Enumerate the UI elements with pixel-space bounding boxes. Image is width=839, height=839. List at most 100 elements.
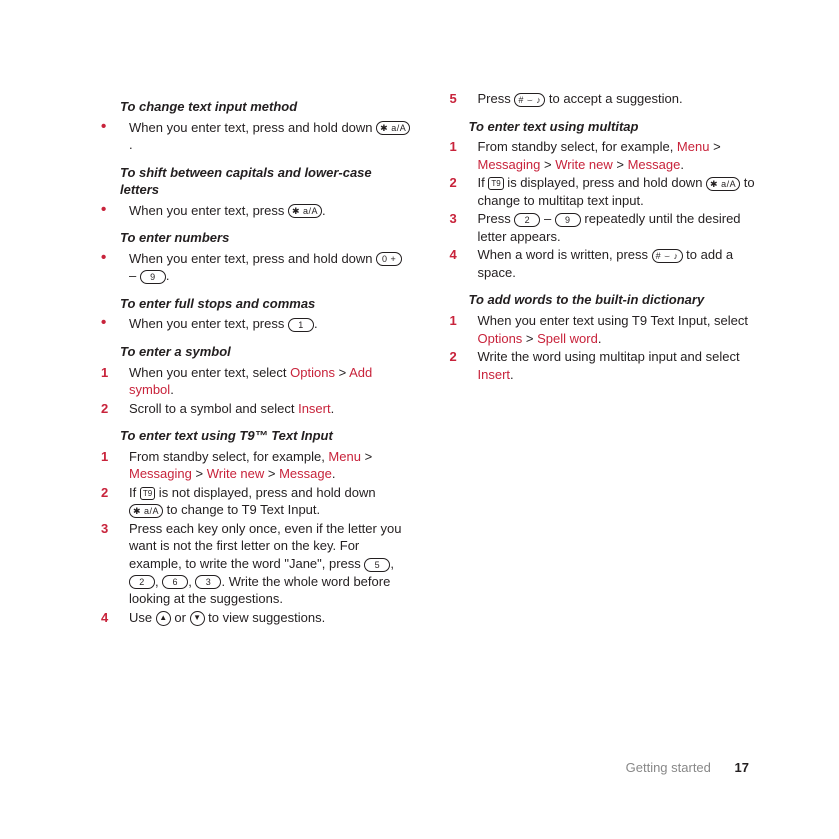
star-key-icon: ✱ a/A [129, 504, 163, 518]
list-item: 2 If T9 is displayed, press and hold dow… [441, 174, 760, 209]
text: When you enter text, press [129, 316, 288, 331]
heading-full-stops: To enter full stops and commas [120, 295, 411, 313]
text: is not displayed, press and hold down [155, 485, 375, 500]
text: From standby select, for example, [129, 449, 328, 464]
step-text: Press 2 – 9 repeatedly until the desired… [471, 210, 760, 245]
step-number: 1 [441, 312, 471, 330]
step-text: From standby select, for example, Menu >… [471, 138, 760, 173]
menu-path: Message [628, 157, 681, 172]
text: . [129, 137, 133, 152]
heading-t9-input: To enter text using T9™ Text Input [120, 427, 411, 445]
zero-key-icon: 0 + [376, 252, 402, 266]
heading-enter-symbol: To enter a symbol [120, 343, 411, 361]
text: If [129, 485, 140, 500]
list-item: • When you enter text, press 1. [92, 315, 411, 333]
text: Write the word using multitap input and … [478, 349, 740, 364]
list-item: • When you enter text, press and hold do… [92, 250, 411, 285]
two-key-icon: 2 [514, 213, 540, 227]
step-text: Press each key only once, even if the le… [122, 520, 411, 608]
menu-path: Insert [478, 367, 511, 382]
list-item: 3 Press 2 – 9 repeatedly until the desir… [441, 210, 760, 245]
list-item: 1 When you enter text, select Options > … [92, 364, 411, 399]
list-item: 1 From standby select, for example, Menu… [92, 448, 411, 483]
text: – [129, 268, 140, 283]
text: is displayed, press and hold down [504, 175, 706, 190]
left-column: To change text input method • When you e… [92, 88, 411, 627]
bullet-icon: • [92, 315, 122, 330]
text: . [510, 367, 514, 382]
hash-key-icon: # ⌣ ♪ [514, 93, 545, 107]
text: to accept a suggestion. [545, 91, 682, 106]
nine-key-icon: 9 [555, 213, 581, 227]
text: to view suggestions. [205, 610, 326, 625]
text: . [598, 331, 602, 346]
text: > [361, 449, 372, 464]
step-text: When you enter text, press ✱ a/A. [122, 202, 411, 220]
list-item: 2 If T9 is not displayed, press and hold… [92, 484, 411, 519]
menu-path: Menu [677, 139, 710, 154]
heading-shift-case: To shift between capitals and lower-case… [120, 164, 411, 199]
page-footer: Getting started 17 [626, 759, 749, 777]
text: If [478, 175, 489, 190]
bullet-icon: • [92, 119, 122, 134]
step-text: Press # ⌣ ♪ to accept a suggestion. [471, 90, 760, 108]
step-number: 5 [441, 90, 471, 108]
step-text: Use ▲ or ▼ to view suggestions. [122, 609, 411, 627]
list-item: 2 Write the word using multitap input an… [441, 348, 760, 383]
step-number: 4 [92, 609, 122, 627]
step-text: If T9 is not displayed, press and hold d… [122, 484, 411, 519]
text: to change to T9 Text Input. [163, 502, 320, 517]
right-column: 5 Press # ⌣ ♪ to accept a suggestion. To… [441, 88, 760, 627]
menu-path: Options [478, 331, 523, 346]
text: > [522, 331, 537, 346]
step-text: If T9 is displayed, press and hold down … [471, 174, 760, 209]
text: > [335, 365, 349, 380]
list-item: 4 Use ▲ or ▼ to view suggestions. [92, 609, 411, 627]
five-key-icon: 5 [364, 558, 390, 572]
three-key-icon: 3 [195, 575, 221, 589]
text: . [166, 268, 170, 283]
text: > [540, 157, 555, 172]
t9-icon: T9 [140, 487, 155, 500]
list-item: 4 When a word is written, press # ⌣ ♪ to… [441, 246, 760, 281]
step-number: 3 [441, 210, 471, 228]
text: , [188, 574, 195, 589]
step-text: When you enter text, press and hold down… [122, 250, 411, 285]
text: . [322, 203, 326, 218]
step-text: When you enter text, select Options > Ad… [122, 364, 411, 399]
step-number: 2 [92, 484, 122, 502]
nine-key-icon: 9 [140, 270, 166, 284]
text: . [331, 401, 335, 416]
list-item: • When you enter text, press ✱ a/A. [92, 202, 411, 220]
star-key-icon: ✱ a/A [288, 204, 322, 218]
text: > [264, 466, 279, 481]
text: . [332, 466, 336, 481]
text: or [171, 610, 190, 625]
step-number: 2 [441, 174, 471, 192]
page-number: 17 [735, 760, 749, 775]
step-text: When you enter text, press and hold down… [122, 119, 411, 154]
menu-path: Menu [328, 449, 361, 464]
step-number: 1 [92, 364, 122, 382]
bullet-icon: • [92, 202, 122, 217]
step-number: 2 [441, 348, 471, 366]
step-text: Write the word using multitap input and … [471, 348, 760, 383]
one-key-icon: 1 [288, 318, 314, 332]
text: When a word is written, press [478, 247, 652, 262]
text: Press [478, 91, 515, 106]
text: Use [129, 610, 156, 625]
text: , [155, 574, 162, 589]
menu-path: Messaging [478, 157, 541, 172]
text: From standby select, for example, [478, 139, 677, 154]
list-item: 5 Press # ⌣ ♪ to accept a suggestion. [441, 90, 760, 108]
heading-add-words: To add words to the built-in dictionary [469, 291, 760, 309]
hash-key-icon: # ⌣ ♪ [652, 249, 683, 263]
list-item: • When you enter text, press and hold do… [92, 119, 411, 154]
text: > [709, 139, 720, 154]
step-number: 4 [441, 246, 471, 264]
list-item: 1 From standby select, for example, Menu… [441, 138, 760, 173]
star-key-icon: ✱ a/A [706, 177, 740, 191]
text: . [170, 382, 174, 397]
step-text: Scroll to a symbol and select Insert. [122, 400, 411, 418]
step-text: When you enter text using T9 Text Input,… [471, 312, 760, 347]
